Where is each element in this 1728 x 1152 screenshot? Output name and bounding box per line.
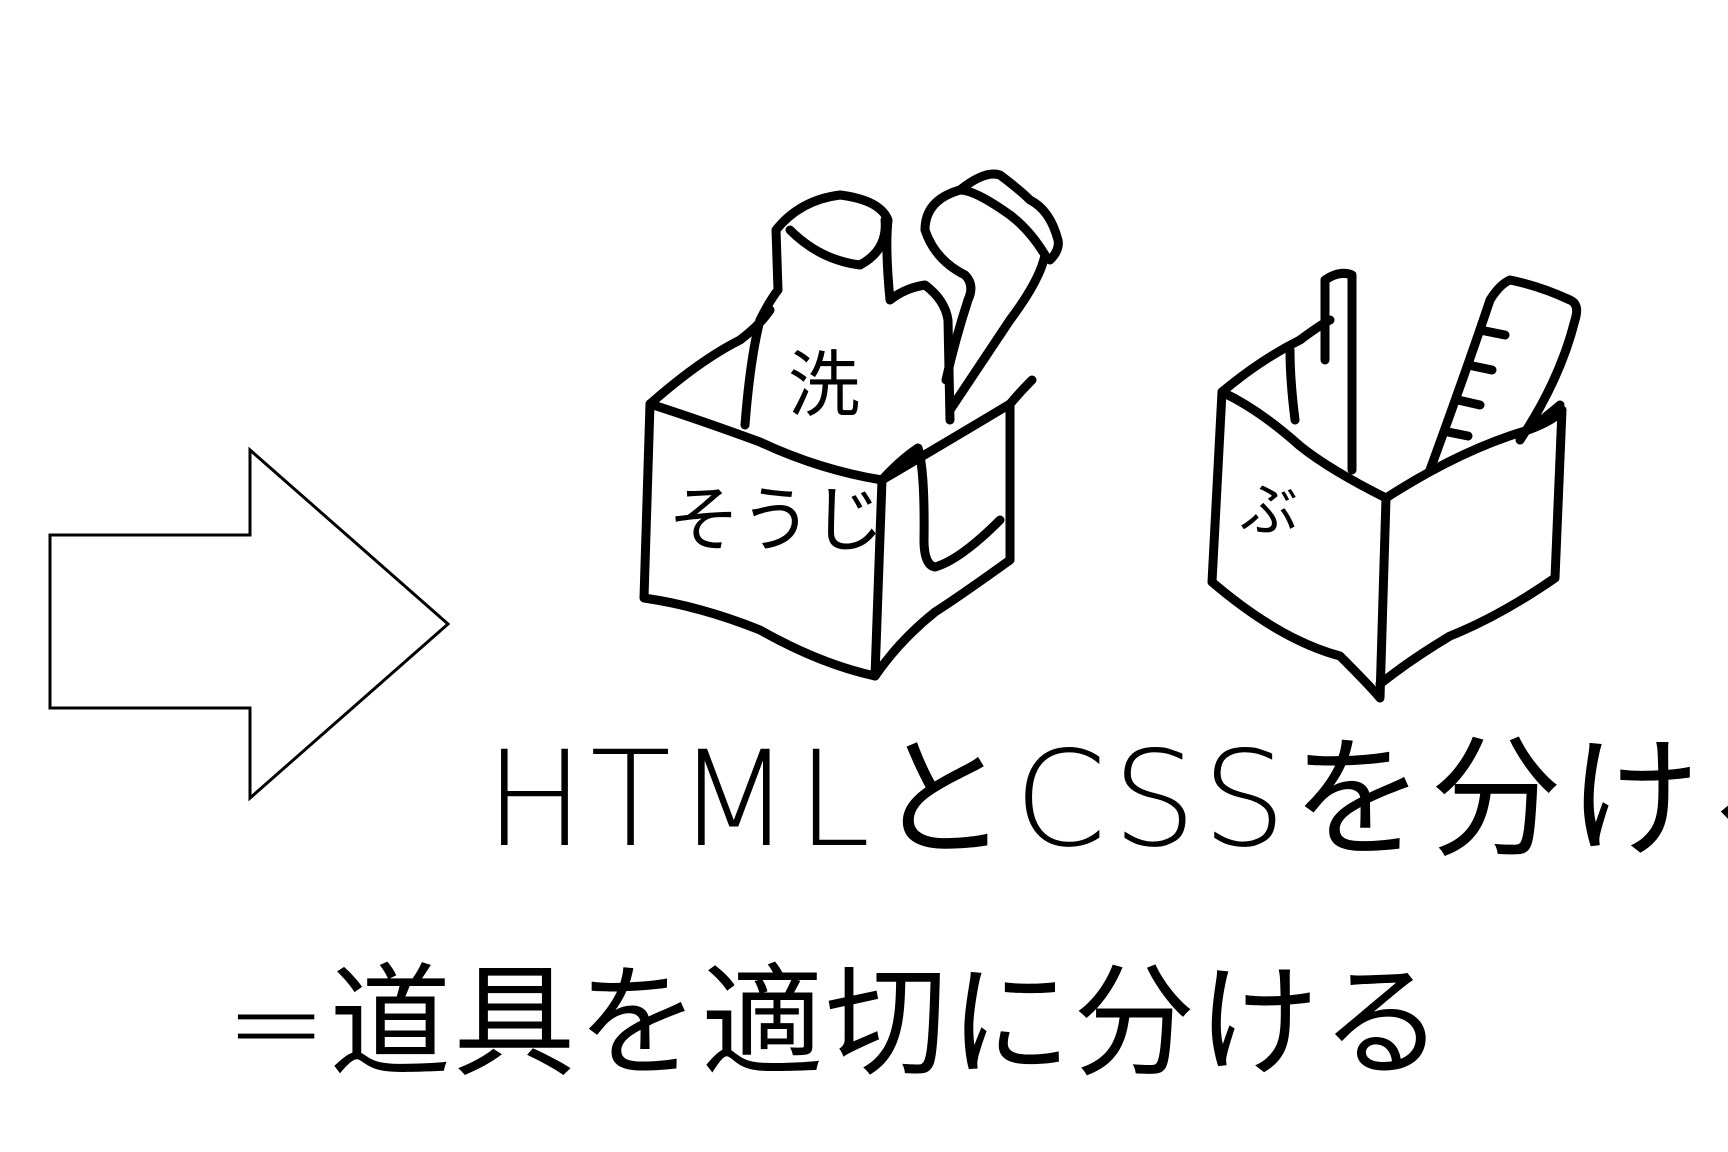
pencil-icon bbox=[1320, 268, 1357, 475]
box-right-side bbox=[1375, 405, 1567, 689]
subheading-text: =道具を適切に分ける bbox=[225, 952, 1445, 1094]
box-left-side bbox=[870, 399, 1015, 681]
box-left-top-label: 洗 bbox=[788, 343, 860, 427]
illustration-canvas: 洗 そうじ ぶ HTMLとCSSを分ける =道具を適切に分ける bbox=[48, 169, 1728, 1094]
box-right-front bbox=[1207, 387, 1391, 703]
heading-text: HTMLとCSSを分ける bbox=[485, 723, 1728, 877]
box-right-flap-left bbox=[1217, 315, 1335, 397]
pencil-left bbox=[1285, 345, 1300, 425]
spray-bottle-cap bbox=[785, 215, 890, 270]
box-left-flap-right bbox=[1005, 375, 1037, 409]
box-left-front-label: そうじ bbox=[668, 478, 884, 562]
cleaning-box-icon: 洗 そうじ bbox=[639, 169, 1063, 681]
box-left-flap-front bbox=[877, 443, 1005, 572]
right-arrow-icon bbox=[48, 446, 451, 802]
stationery-box-icon: ぶ bbox=[1207, 268, 1582, 703]
box-right-front-label: ぶ bbox=[1240, 476, 1298, 544]
